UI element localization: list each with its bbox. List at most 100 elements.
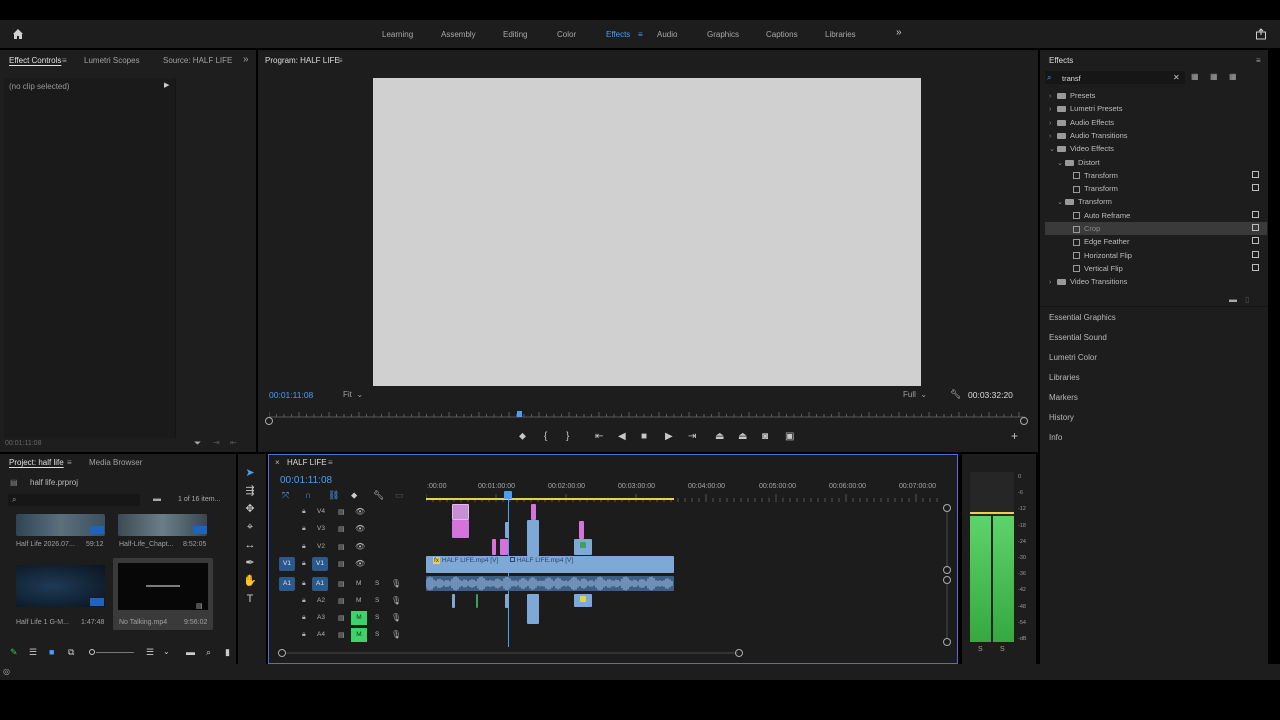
mark-out-icon[interactable]: }: [566, 431, 569, 443]
effects-menu-icon[interactable]: ≡: [1256, 56, 1261, 65]
audio-clip[interactable]: [452, 594, 455, 608]
solo-right-button[interactable]: S: [1000, 646, 1005, 653]
tab-media-browser[interactable]: Media Browser: [89, 458, 142, 467]
project-search-input[interactable]: [8, 494, 140, 506]
chevron-down-icon[interactable]: ⌄: [1049, 145, 1057, 153]
voiceover-mic-icon[interactable]: 🎙︎: [391, 630, 401, 639]
export-frame-icon[interactable]: ⇤: [230, 438, 237, 447]
chevron-right-icon[interactable]: ›: [1049, 133, 1057, 140]
yuv-icon[interactable]: ▦: [1229, 72, 1237, 81]
effects-tree-item[interactable]: › Presets: [1045, 89, 1267, 102]
a1-audio-clip[interactable]: [425, 576, 674, 591]
timeline-timecode[interactable]: 00:01:11:08: [280, 475, 332, 486]
add-marker-icon[interactable]: ⬥: [519, 431, 526, 443]
delete-icon[interactable]: ▯: [1245, 295, 1249, 304]
tab-graphics[interactable]: Graphics: [707, 30, 739, 39]
tab-project[interactable]: Project: half life: [9, 458, 64, 467]
lock-icon[interactable]: 🔒︎: [302, 525, 306, 533]
tab-lumetri-scopes[interactable]: Lumetri Scopes: [84, 56, 140, 65]
chevron-down-icon[interactable]: ⌄: [1057, 198, 1065, 206]
go-to-in-icon[interactable]: ⇤: [595, 431, 603, 443]
solo-button[interactable]: S: [375, 597, 379, 604]
compare-view-icon[interactable]: ▣: [785, 431, 794, 443]
effects-tree-item[interactable]: ⌄ Distort: [1045, 156, 1267, 169]
pen-tool-icon[interactable]: ✒: [243, 556, 257, 570]
chevron-right-icon[interactable]: ›: [1049, 120, 1057, 127]
v-scroll-handle[interactable]: [943, 504, 951, 512]
sequence-menu-icon[interactable]: ≡: [328, 458, 333, 467]
play-arrow-icon[interactable]: ▶: [164, 81, 169, 89]
lock-icon[interactable]: 🔒︎: [302, 560, 306, 568]
list-view-icon[interactable]: ☰: [29, 647, 37, 658]
type-tool-icon[interactable]: T: [243, 592, 257, 606]
tab-editing[interactable]: Editing: [503, 30, 527, 39]
tab-effect-controls[interactable]: Effect Controls: [9, 56, 61, 65]
export-icon[interactable]: ⇥: [213, 438, 220, 447]
v-scroll-handle[interactable]: [943, 576, 951, 584]
v-scroll-handle[interactable]: [943, 566, 951, 574]
sequence-name[interactable]: HALF LIFE: [287, 458, 327, 467]
source-patch-v1[interactable]: V1: [279, 557, 295, 571]
solo-button[interactable]: S: [375, 580, 379, 587]
quality-dropdown[interactable]: Full ⌄: [903, 390, 927, 399]
video-clip[interactable]: [492, 539, 496, 555]
voiceover-mic-icon[interactable]: 🎙︎: [391, 596, 401, 605]
sync-lock-icon[interactable]: ▤: [338, 508, 345, 516]
v-scrollbar[interactable]: [946, 584, 948, 639]
effects-tree-item[interactable]: Edge Feather: [1045, 235, 1267, 248]
captions-icon[interactable]: ▭: [395, 490, 404, 501]
step-back-icon[interactable]: ◀: [618, 431, 626, 443]
hand-tool-icon[interactable]: ✋: [243, 574, 257, 588]
snap-icon[interactable]: ∩: [305, 490, 311, 500]
h-scroll-right-handle[interactable]: [735, 649, 743, 657]
audio-clip[interactable]: [505, 594, 509, 608]
eye-icon[interactable]: 👁︎: [355, 507, 365, 516]
video-clip[interactable]: [527, 520, 539, 556]
wrench-icon[interactable]: 🔧︎: [950, 389, 961, 400]
section-lumetri-color[interactable]: Lumetri Color: [1049, 353, 1097, 362]
sort-icon[interactable]: ☰: [146, 647, 154, 658]
tab-audio[interactable]: Audio: [657, 30, 677, 39]
effects-search-value[interactable]: transf: [1062, 74, 1081, 83]
track-label-a2[interactable]: A2: [317, 597, 325, 604]
v-scroll-handle[interactable]: [943, 638, 951, 646]
sync-lock-icon[interactable]: ▤: [338, 543, 345, 551]
effects-tree-item[interactable]: Vertical Flip: [1045, 262, 1267, 275]
chevron-right-icon[interactable]: ›: [1049, 279, 1057, 286]
video-clip[interactable]: [579, 521, 584, 539]
track-label-a4[interactable]: A4: [317, 631, 325, 638]
solo-button[interactable]: S: [375, 631, 379, 638]
program-scrub-ruler[interactable]: [268, 411, 1025, 419]
share-icon[interactable]: [1255, 28, 1267, 40]
track-label-v2[interactable]: V2: [317, 543, 325, 550]
mute-button[interactable]: M: [351, 611, 367, 625]
close-sequence-icon[interactable]: ×: [275, 458, 280, 467]
mute-button[interactable]: M: [356, 580, 361, 587]
program-viewer[interactable]: [373, 78, 921, 386]
accelerated-icon[interactable]: ▦: [1191, 72, 1199, 81]
new-item-icon[interactable]: ▮: [225, 647, 230, 658]
effects-tree-item[interactable]: Horizontal Flip: [1045, 249, 1267, 262]
source-patch-a1[interactable]: A1: [279, 577, 295, 591]
more-panels-icon[interactable]: »: [243, 54, 249, 65]
track-label-a1[interactable]: A1: [312, 577, 328, 591]
ripple-edit-icon[interactable]: ✥: [243, 502, 257, 516]
lock-icon[interactable]: 🔒︎: [302, 597, 306, 605]
menu-icon[interactable]: ≡: [638, 30, 643, 39]
program-timecode[interactable]: 00:01:11:08: [269, 390, 313, 400]
more-workspaces-icon[interactable]: »: [896, 27, 902, 38]
sort-dropdown-icon[interactable]: ⌄: [163, 647, 170, 656]
playhead-handle[interactable]: [504, 491, 512, 499]
sync-lock-icon[interactable]: ▤: [338, 525, 345, 533]
tab-color[interactable]: Color: [557, 30, 576, 39]
video-clip[interactable]: [452, 504, 469, 520]
h-scrollbar[interactable]: [286, 652, 738, 654]
slip-tool-icon[interactable]: ↔: [243, 538, 257, 552]
section-history[interactable]: History: [1049, 413, 1074, 422]
razor-icon[interactable]: ⌖: [243, 520, 257, 534]
zoom-handle-left[interactable]: [265, 417, 273, 425]
solo-button[interactable]: S: [375, 614, 379, 621]
step-forward-icon[interactable]: ▶: [665, 431, 673, 443]
mute-button[interactable]: M: [356, 597, 361, 604]
lock-icon[interactable]: 🔒︎: [302, 508, 306, 516]
